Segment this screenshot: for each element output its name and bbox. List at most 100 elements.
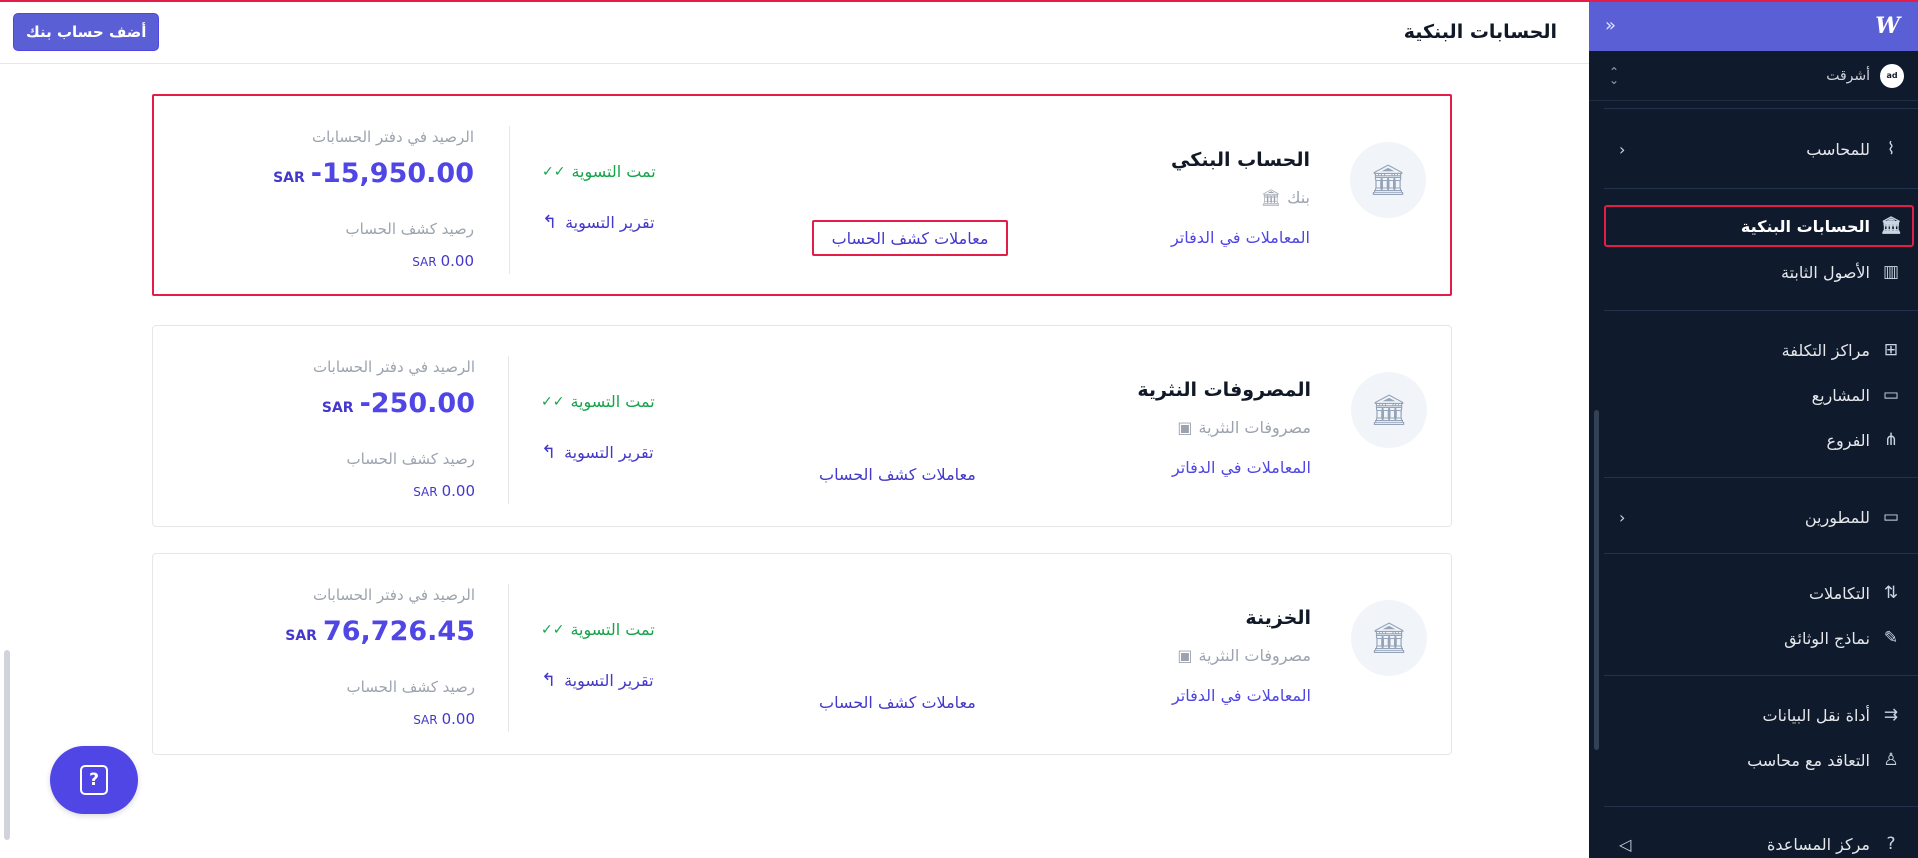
main-scrollbar[interactable] bbox=[4, 650, 10, 840]
help-icon: ? bbox=[1886, 834, 1896, 854]
nav-label-wrap: ? مركز المساعدة bbox=[1767, 834, 1902, 854]
ledger-transactions-link[interactable]: المعاملات في الدفاتر bbox=[1171, 228, 1310, 247]
currency-code: SAR bbox=[412, 255, 437, 269]
sidebar-item-document-templates[interactable]: ✎ نماذج الوثائق bbox=[1589, 620, 1918, 656]
bank-account-card: 🏛 المصروفات النثرية مصروفات النثرية ▣ ال… bbox=[152, 325, 1452, 527]
nav-label-wrap: ▭ المشاريع bbox=[1812, 385, 1902, 405]
ledger-balance-value: -15,950.00 bbox=[310, 158, 474, 189]
sidebar-item-developers[interactable]: ▭ للمطورين ‹ bbox=[1589, 499, 1918, 535]
bank-icon: 🏛 bbox=[1351, 372, 1427, 448]
account-type: مصروفات النثرية ▣ bbox=[1177, 646, 1311, 665]
ledger-transactions-link[interactable]: المعاملات في الدفاتر bbox=[1172, 458, 1311, 477]
statement-transactions-link[interactable]: معاملات كشف الحساب bbox=[812, 220, 1008, 256]
return-arrow-icon: ↰ bbox=[541, 670, 557, 691]
return-arrow-icon: ↰ bbox=[542, 212, 558, 233]
double-check-icon: ✓✓ bbox=[541, 621, 565, 638]
statement-balance-label: رصيد كشف الحساب bbox=[346, 450, 475, 468]
sidebar-item-label: التعاقد مع محاسب bbox=[1747, 750, 1870, 770]
sidebar-item-label: للمطورين bbox=[1804, 507, 1870, 527]
account-name: المصروفات النثرية bbox=[1137, 379, 1311, 401]
statement-balance-label: رصيد كشف الحساب bbox=[345, 220, 474, 238]
chevron-left-icon[interactable]: ‹ bbox=[1619, 140, 1625, 159]
sidebar-item-label: التكاملات bbox=[1808, 583, 1870, 603]
chevron-left-icon[interactable]: ‹ bbox=[1619, 508, 1625, 527]
nav-label-wrap: ⇅ التكاملات bbox=[1809, 583, 1902, 603]
sidebar-item-hire-accountant[interactable]: ♙ التعاقد مع محاسب bbox=[1589, 742, 1918, 778]
org-switcher[interactable]: ⌃ ⌄ ad أشرقت bbox=[1589, 51, 1918, 101]
bank-icon: 🏛 bbox=[1350, 142, 1426, 218]
ledger-balance: SAR -250.00 bbox=[322, 388, 475, 419]
help-fab-button[interactable]: ? bbox=[50, 746, 138, 814]
sidebar-item-help-center[interactable]: ? مركز المساعدة ◁ bbox=[1589, 826, 1918, 858]
reconciliation-report-link[interactable]: تقرير التسوية ↰ bbox=[541, 442, 654, 463]
org-name: أشرقت bbox=[1826, 67, 1870, 84]
sidebar-item-data-transfer[interactable]: ⇉ أداة نقل البيانات bbox=[1589, 697, 1918, 733]
app-logo[interactable]: W bbox=[1875, 13, 1900, 39]
statement-transactions-link[interactable]: معاملات كشف الحساب bbox=[811, 458, 984, 494]
sidebar-divider bbox=[1604, 477, 1918, 478]
card-divider bbox=[508, 356, 509, 504]
currency-code: SAR bbox=[413, 713, 438, 727]
statement-balance-value: 0.00 bbox=[440, 252, 474, 270]
sidebar-item-branches[interactable]: ⋔ الفروع bbox=[1589, 422, 1918, 458]
org-avatar: ad bbox=[1880, 63, 1904, 88]
sidebar-divider bbox=[1604, 108, 1918, 109]
bank-account-card: 🏛 الخزينة مصروفات النثرية ▣ المعاملات في… bbox=[152, 553, 1452, 755]
sidebar-top-bar: » W bbox=[1589, 0, 1918, 51]
nav-label-wrap: ⊞ مراكز التكلفة bbox=[1782, 340, 1902, 360]
top-accent-line bbox=[0, 0, 1918, 2]
statement-balance-label: رصيد كشف الحساب bbox=[346, 678, 475, 696]
sidebar-item-accountant[interactable]: ⌇ للمحاسب ‹ bbox=[1589, 131, 1918, 167]
nav-label-wrap: ⋔ الفروع bbox=[1826, 430, 1902, 450]
sidebar-item-label: مراكز التكلفة bbox=[1781, 340, 1870, 360]
grid-plus-icon: ⊞ bbox=[1883, 340, 1899, 360]
account-type-label: بنك bbox=[1287, 188, 1310, 207]
terminal-icon: ▭ bbox=[1882, 507, 1900, 527]
nav-label-wrap: ▭ للمطورين bbox=[1805, 507, 1902, 527]
currency-code: SAR bbox=[413, 485, 438, 499]
nav-label-wrap: ⇉ أداة نقل البيانات bbox=[1763, 705, 1902, 725]
sidebar-item-fixed-assets[interactable]: ▥ الأصول الثابتة bbox=[1589, 254, 1918, 290]
account-type: مصروفات النثرية ▣ bbox=[1177, 418, 1311, 437]
sidebar-divider bbox=[1604, 188, 1918, 189]
double-chevron-icon[interactable]: » bbox=[1605, 15, 1616, 36]
sidebar-scrollbar[interactable] bbox=[1594, 410, 1599, 750]
cash-icon: ▣ bbox=[1177, 646, 1193, 665]
ledger-balance-label: الرصيد في دفتر الحسابات bbox=[311, 128, 474, 146]
reconciled-status: تمت التسوية ✓✓ bbox=[542, 162, 656, 181]
statement-balance: SAR 0.00 bbox=[412, 252, 474, 270]
statement-balance-value: 0.00 bbox=[441, 482, 475, 500]
sidebar: » W ⌃ ⌄ ad أشرقت ⌇ للمحاسب ‹ 🏛 الحسابات البنك… bbox=[1589, 0, 1918, 858]
ledger-balance-label: الرصيد في دفتر الحسابات bbox=[312, 586, 475, 604]
reconciled-label: تمت التسوية bbox=[570, 620, 655, 639]
add-bank-account-button[interactable]: أضف حساب بنك bbox=[13, 12, 160, 51]
sidebar-item-label: الأصول الثابتة bbox=[1780, 262, 1870, 282]
sidebar-item-projects[interactable]: ▭ المشاريع bbox=[1589, 377, 1918, 413]
chevron-up-down-icon: ⌃ ⌄ bbox=[1609, 64, 1620, 87]
megaphone-icon[interactable]: ◁ bbox=[1619, 835, 1631, 854]
sidebar-item-label: للمحاسب bbox=[1806, 139, 1870, 159]
statement-balance: SAR 0.00 bbox=[413, 710, 475, 728]
nav-label-wrap: ⌇ للمحاسب bbox=[1806, 139, 1902, 159]
bank-account-card: 🏛 الحساب البنكي بنك 🏛 المعاملات في الدفا… bbox=[152, 94, 1452, 296]
account-type: بنك 🏛 bbox=[1261, 188, 1310, 207]
currency-code: SAR bbox=[321, 400, 354, 416]
return-arrow-icon: ↰ bbox=[541, 442, 557, 463]
sidebar-item-label: أداة نقل البيانات bbox=[1762, 705, 1870, 725]
integrations-icon: ⇅ bbox=[1883, 583, 1899, 603]
sidebar-item-label: مركز المساعدة bbox=[1767, 834, 1870, 854]
sidebar-item-integrations[interactable]: ⇅ التكاملات bbox=[1589, 575, 1918, 611]
reconciliation-report-link[interactable]: تقرير التسوية ↰ bbox=[542, 212, 655, 233]
reconciled-status: تمت التسوية ✓✓ bbox=[541, 392, 655, 411]
statement-transactions-link[interactable]: معاملات كشف الحساب bbox=[811, 686, 984, 722]
sidebar-item-cost-centers[interactable]: ⊞ مراكز التكلفة bbox=[1589, 332, 1918, 368]
sidebar-item-label: الفروع bbox=[1826, 430, 1870, 450]
accountant-icon: ♙ bbox=[1883, 750, 1899, 770]
ledger-balance: SAR 76,726.45 bbox=[285, 616, 475, 647]
active-item-highlight bbox=[1604, 205, 1914, 247]
bank-icon: 🏛 bbox=[1351, 600, 1427, 676]
statement-balance: SAR 0.00 bbox=[413, 482, 475, 500]
bank-small-icon: 🏛 bbox=[1260, 188, 1282, 207]
ledger-transactions-link[interactable]: المعاملات في الدفاتر bbox=[1172, 686, 1311, 705]
reconciliation-report-link[interactable]: تقرير التسوية ↰ bbox=[541, 670, 654, 691]
